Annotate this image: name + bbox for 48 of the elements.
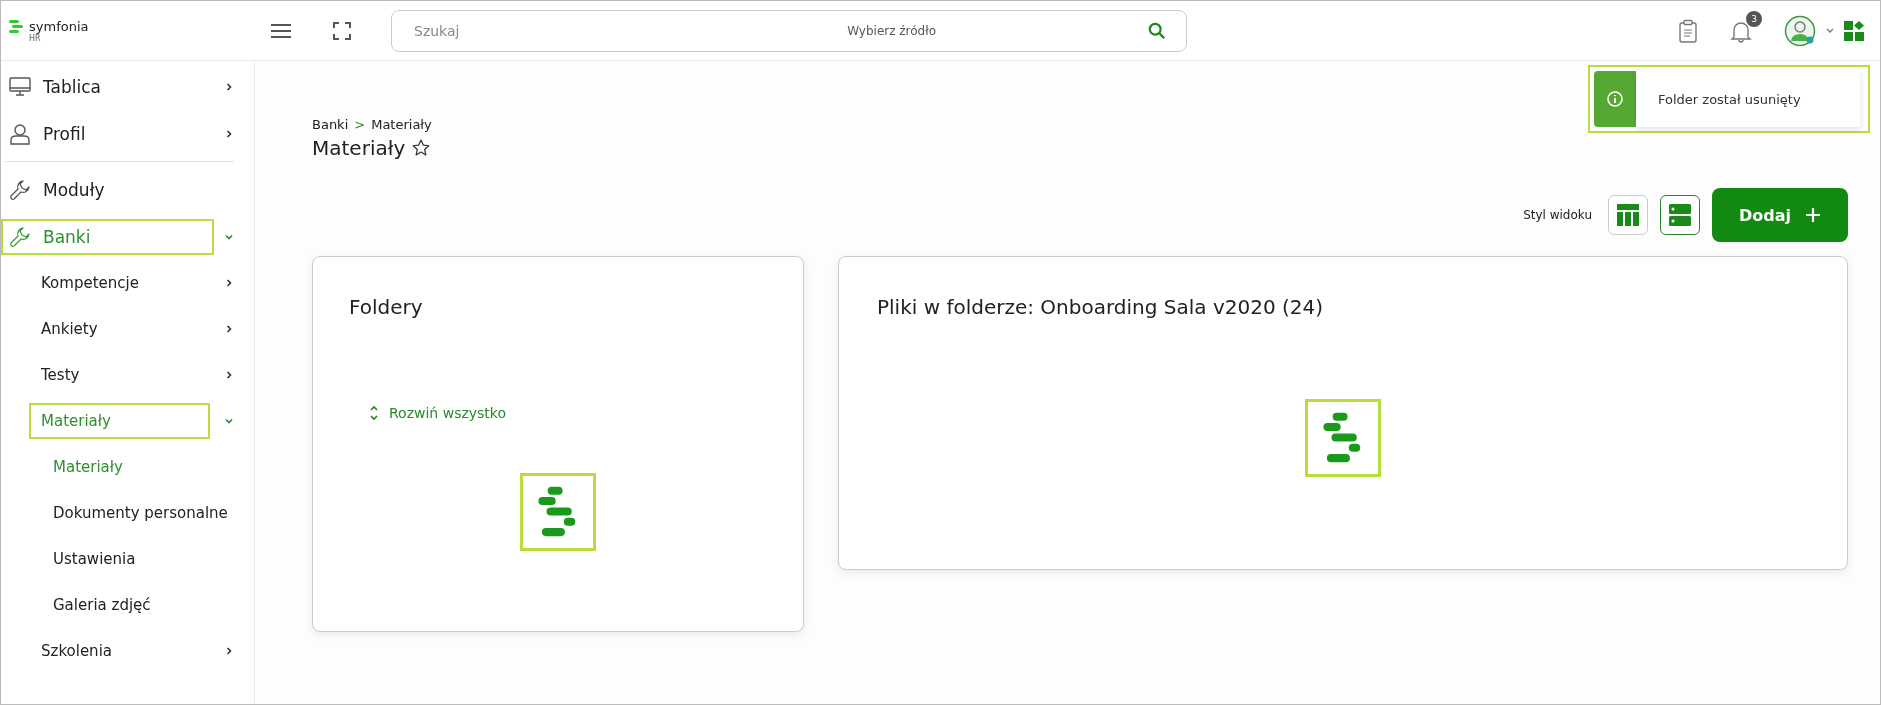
toast-message: Folder został usunięty (1636, 71, 1860, 127)
wrench-icon (9, 178, 31, 201)
sidebar-item[interactable]: Galeria zdjęć (41, 587, 234, 623)
person-icon (9, 122, 31, 145)
clipboard-icon[interactable] (1678, 18, 1698, 43)
sidebar-item[interactable]: Kompetencje (29, 265, 210, 301)
apps-icon[interactable] (1844, 20, 1864, 41)
expand-all-link[interactable]: Rozwiń wszystko (369, 405, 506, 421)
view-style-button[interactable] (1608, 195, 1648, 235)
page-title: Materiały (312, 136, 406, 160)
caret-icon[interactable] (1826, 27, 1834, 34)
sidebar-item[interactable]: Moduły (1, 171, 224, 208)
sidebar-item[interactable]: Profil (1, 115, 214, 152)
add-button[interactable]: Dodaj (1712, 188, 1848, 242)
search-field[interactable]: Szukaj Wybierz źródło (391, 9, 1187, 52)
sidebar-item[interactable]: Materiały (29, 403, 210, 439)
columns-icon (1617, 204, 1639, 226)
wrench-icon (9, 225, 31, 248)
plus-icon (1805, 207, 1821, 223)
sidebar-item[interactable]: Tablica (1, 68, 214, 105)
avatar-icon[interactable] (1784, 14, 1816, 47)
rows-icon (1669, 204, 1691, 226)
source-dropdown[interactable]: Wybierz źródło (847, 23, 936, 38)
breadcrumb-link[interactable]: Banki (312, 117, 349, 132)
sidebar-item[interactable]: Testy (29, 357, 210, 393)
info-icon (1607, 91, 1623, 107)
sidebar-item[interactable]: Dokumenty personalne (41, 495, 234, 531)
sidebar-item[interactable]: Materiały (41, 449, 234, 485)
menu-icon[interactable] (271, 22, 291, 39)
notification-badge: 3 (1746, 10, 1762, 27)
breadcrumb-separator: > (354, 117, 366, 132)
card-title: Foldery (349, 295, 424, 319)
logo-name: symfonia (29, 18, 89, 34)
fullscreen-icon[interactable] (333, 21, 351, 40)
product-name: HR (29, 33, 41, 43)
card-title: Pliki w folderze: Onboarding Sala v2020 (24) (877, 295, 1325, 319)
sidebar-item[interactable]: Szkolenia (29, 633, 210, 669)
search-icon[interactable] (1148, 21, 1166, 40)
view-style-button[interactable] (1660, 195, 1700, 235)
expand-icon (369, 405, 379, 421)
logo-icon (9, 18, 23, 35)
view-style-label: Styl widoku (1523, 208, 1592, 222)
sidebar-item[interactable]: Ustawienia (41, 541, 234, 577)
star-icon[interactable] (411, 138, 432, 158)
breadcrumb-link[interactable]: Materiały (371, 117, 432, 132)
sidebar-item[interactable]: Ankiety (29, 311, 210, 347)
monitor-icon (9, 76, 31, 97)
sidebar-item[interactable]: Banki (1, 218, 214, 255)
